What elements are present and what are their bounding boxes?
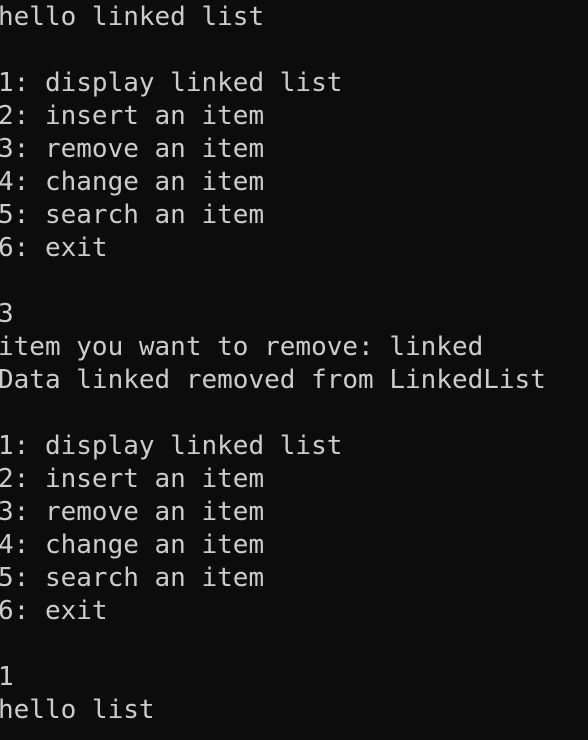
user-input-choice: 1 — [0, 662, 14, 692]
menu-option-exit: 6: exit — [0, 596, 108, 626]
menu-option-remove: 3: remove an item — [0, 134, 265, 164]
menu-option-search: 5: search an item — [0, 200, 265, 230]
remove-prompt-line: item you want to remove: linked — [0, 332, 484, 362]
console-window[interactable]: hello linked list 1: display linked list… — [0, 0, 588, 740]
list-display-output: hello list — [0, 695, 155, 725]
user-input-choice: 3 — [0, 299, 14, 329]
menu-option-insert: 2: insert an item — [0, 101, 265, 131]
menu-option-remove: 3: remove an item — [0, 497, 265, 527]
remove-result-line: Data linked removed from LinkedList — [0, 365, 546, 395]
menu-option-search: 5: search an item — [0, 563, 265, 593]
menu-option-display: 1: display linked list — [0, 68, 343, 98]
menu-option-change: 4: change an item — [0, 530, 265, 560]
menu-option-change: 4: change an item — [0, 167, 265, 197]
menu-option-insert: 2: insert an item — [0, 464, 265, 494]
menu-option-display: 1: display linked list — [0, 431, 343, 461]
greeting-line: hello linked list — [0, 2, 265, 32]
menu-option-exit: 6: exit — [0, 233, 108, 263]
